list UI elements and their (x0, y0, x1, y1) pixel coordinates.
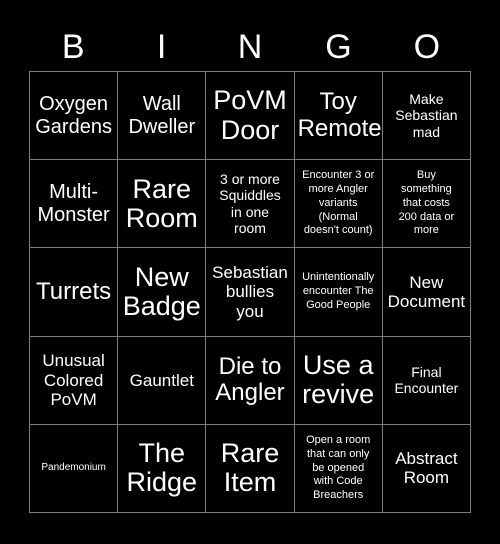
bingo-cell-text: Abstract Room (395, 449, 458, 488)
bingo-cell-text: New Badge (122, 261, 201, 321)
bingo-header-letter-g: G (325, 27, 352, 66)
bingo-cell-text: Gauntlet (129, 370, 194, 390)
bingo-cell-text: New Document (387, 272, 466, 311)
bingo-cell-text: Pandemonium (41, 462, 106, 474)
bingo-cell[interactable]: Sebastian bullies you (206, 248, 294, 336)
bingo-cell[interactable]: Final Encounter (382, 336, 470, 424)
bingo-cell[interactable]: Rare Room (118, 160, 206, 248)
bingo-cell-text: PoVM Door (213, 85, 287, 145)
bingo-cell-text: Oxygen Gardens (35, 93, 112, 138)
bingo-cell-text: 3 or more Squiddles in one room (219, 170, 281, 237)
bingo-cell[interactable]: Pandemonium (30, 424, 118, 512)
bingo-header-letter-o: O (413, 27, 441, 66)
bingo-cell[interactable]: Unusual Colored PoVM (30, 336, 118, 424)
bingo-cell-text: Rare Room (125, 173, 198, 233)
bingo-cell-text: Unintentionally encounter The Good Peopl… (302, 271, 375, 311)
bingo-card: B I N G O Oxygen Gardens Wall Dweller Po… (0, 0, 500, 544)
bingo-cell[interactable]: Multi- Monster (30, 160, 118, 248)
bingo-cell[interactable]: The Ridge (118, 424, 206, 512)
bingo-cell-text: Final Encounter (394, 363, 459, 397)
bingo-cell[interactable]: PoVM Door (206, 72, 294, 160)
bingo-cell[interactable]: New Badge (118, 248, 206, 336)
bingo-cell[interactable]: Use a revive (294, 336, 382, 424)
bingo-cell[interactable]: Wall Dweller (118, 72, 206, 160)
bingo-cell-text: Multi- Monster (37, 181, 110, 226)
bingo-cell-text: Die to Angler (215, 352, 285, 407)
bingo-cell-text: Buy something that costs 200 data or mor… (398, 169, 455, 237)
bingo-cell-text: Unusual Colored PoVM (42, 351, 105, 409)
bingo-cell-text: Make Sebastian mad (395, 90, 458, 140)
bingo-header-letter-b: B (61, 27, 85, 66)
bingo-cell[interactable]: Encounter 3 or more Angler variants (Nor… (294, 160, 382, 248)
bingo-cell[interactable]: Unintentionally encounter The Good Peopl… (294, 248, 382, 336)
bingo-cell-text: Toy Remote (297, 88, 382, 142)
bingo-cell[interactable]: Oxygen Gardens (30, 72, 118, 160)
bingo-cell-text: Rare Item (220, 438, 280, 498)
bingo-header-letter-i: I (156, 27, 167, 66)
bingo-cell-text: Use a revive (302, 350, 375, 410)
bingo-cell[interactable]: Make Sebastian mad (382, 72, 470, 160)
bingo-cell[interactable]: Rare Item (206, 424, 294, 512)
bingo-cell-text: The Ridge (126, 438, 198, 498)
bingo-cell[interactable]: Toy Remote (294, 72, 382, 160)
bingo-header-letter-n: N (237, 27, 263, 66)
bingo-cell[interactable]: 3 or more Squiddles in one room (206, 160, 294, 248)
bingo-cell-text: Turrets (36, 277, 112, 305)
bingo-grid: Oxygen Gardens Wall Dweller PoVM Door To… (29, 71, 471, 513)
bingo-cell-text: Wall Dweller (128, 93, 196, 138)
bingo-cell[interactable]: Die to Angler (206, 336, 294, 424)
bingo-cell[interactable]: Turrets (30, 248, 118, 336)
bingo-cell-text: Sebastian bullies you (212, 262, 288, 321)
bingo-cell[interactable]: Abstract Room (382, 424, 470, 512)
bingo-cell[interactable]: Buy something that costs 200 data or mor… (382, 160, 470, 248)
bingo-cell[interactable]: Gauntlet (118, 336, 206, 424)
bingo-cell[interactable]: New Document (382, 248, 470, 336)
bingo-cell-text: Open a room that can only be opened with… (306, 434, 371, 502)
bingo-cell-text: Encounter 3 or more Angler variants (Nor… (302, 169, 375, 237)
bingo-cell[interactable]: Open a room that can only be opened with… (294, 424, 382, 512)
bingo-header: B I N G O (29, 22, 471, 71)
